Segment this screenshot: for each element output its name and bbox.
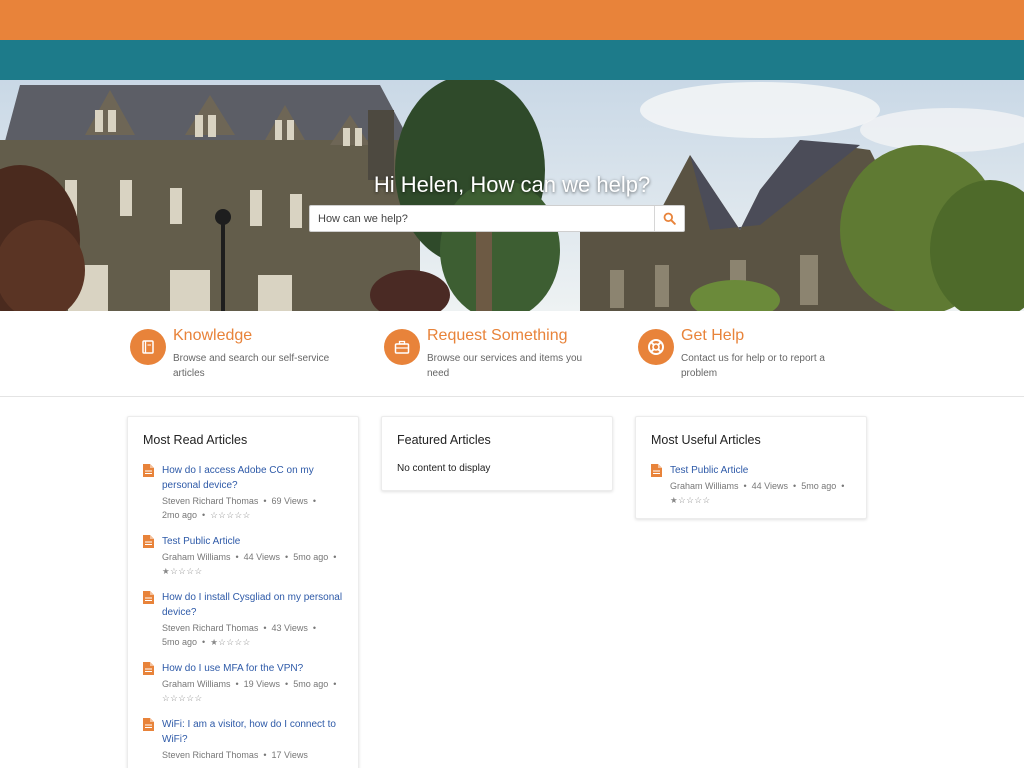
- article-link[interactable]: WiFi: I am a visitor, how do I connect t…: [162, 717, 346, 747]
- article-age: 2mo ago: [162, 510, 198, 520]
- document-icon: [651, 464, 662, 477]
- featured-articles-card: Featured Articles No content to display: [381, 416, 613, 491]
- quick-link-title: Knowledge: [173, 327, 253, 344]
- search-button[interactable]: [654, 206, 684, 231]
- top-header-bar: [0, 0, 1024, 40]
- article-age: 5mo ago: [801, 481, 837, 491]
- article-author: Steven Richard Thomas: [162, 750, 259, 760]
- rating-stars: ★☆☆☆☆: [210, 637, 251, 647]
- article-meta: Graham Williams • 44 Views • 5mo ago • ★…: [162, 552, 339, 576]
- article-age: 5mo ago: [162, 637, 198, 647]
- article-author: Graham Williams: [162, 679, 231, 689]
- quick-link-description: Browse our services and items you need: [427, 353, 583, 379]
- rating-stars: ★☆☆☆☆: [162, 566, 203, 576]
- document-icon: [143, 535, 154, 548]
- quick-link-title: Get Help: [681, 327, 745, 344]
- most-read-articles-card: Most Read Articles How do I access Adobe…: [127, 416, 359, 768]
- quick-link-title: Request Something: [427, 327, 568, 344]
- article-link[interactable]: How do I install Cysgliad on my personal…: [162, 590, 346, 620]
- card-title: Featured Articles: [397, 433, 491, 447]
- navigation-bar: [0, 40, 1024, 80]
- article-meta: Graham Williams • 19 Views • 5mo ago • ☆…: [162, 679, 339, 703]
- list-item: How do I use MFA for the VPN? Graham Wil…: [128, 661, 358, 705]
- article-age: 5mo ago: [293, 679, 329, 689]
- document-icon: [143, 464, 154, 477]
- article-link[interactable]: Test Public Article: [162, 534, 346, 549]
- list-item: Test Public Article Graham Williams • 44…: [128, 534, 358, 578]
- document-icon: [143, 718, 154, 731]
- rating-stars: ☆☆☆☆☆: [162, 693, 203, 703]
- article-meta: Steven Richard Thomas • 43 Views • 5mo a…: [162, 623, 317, 647]
- article-author: Graham Williams: [670, 481, 739, 491]
- article-views: 44 Views: [243, 552, 281, 562]
- article-views: 17 Views: [271, 750, 308, 760]
- article-link[interactable]: Test Public Article: [670, 463, 854, 478]
- card-title: Most Read Articles: [143, 433, 248, 447]
- article-link[interactable]: How do I access Adobe CC on my personal …: [162, 463, 346, 493]
- search-icon: [663, 212, 676, 225]
- article-author: Steven Richard Thomas: [162, 623, 259, 633]
- rating-stars: ★☆☆☆☆: [670, 495, 711, 505]
- article-views: 69 Views: [271, 496, 308, 506]
- article-meta: Steven Richard Thomas • 69 Views • 2mo a…: [162, 496, 317, 520]
- rating-stars: ☆☆☆☆☆: [210, 510, 251, 520]
- article-age: 5mo ago: [293, 552, 329, 562]
- hero-banner: Hi Helen, How can we help?: [0, 80, 1024, 311]
- briefcase-icon: [384, 329, 420, 365]
- list-item: How do I access Adobe CC on my personal …: [128, 463, 358, 522]
- article-link[interactable]: How do I use MFA for the VPN?: [162, 661, 346, 676]
- quick-link-description: Browse and search our self-service artic…: [173, 353, 330, 379]
- hero-greeting: Hi Helen, How can we help?: [373, 172, 651, 197]
- article-views: 44 Views: [751, 481, 789, 491]
- quick-link-description: Contact us for help or to report a probl…: [681, 353, 825, 379]
- most-useful-articles-card: Most Useful Articles Test Public Article…: [635, 416, 867, 519]
- document-icon: [143, 662, 154, 675]
- list-item: How do I install Cysgliad on my personal…: [128, 590, 358, 649]
- article-meta: Graham Williams • 44 Views • 5mo ago • ★…: [670, 481, 847, 505]
- article-views: 43 Views: [271, 623, 308, 633]
- article-author: Steven Richard Thomas: [162, 496, 259, 506]
- quick-links-section: Knowledge Browse and search our self-ser…: [0, 311, 1024, 397]
- document-icon: [143, 591, 154, 604]
- article-views: 19 Views: [243, 679, 281, 689]
- lifebuoy-icon: [638, 329, 674, 365]
- empty-state-message: No content to display: [397, 463, 491, 474]
- book-icon: [130, 329, 166, 365]
- list-item: WiFi: I am a visitor, how do I connect t…: [128, 717, 358, 762]
- list-item: Test Public Article Graham Williams • 44…: [636, 463, 866, 507]
- search-input[interactable]: [310, 206, 654, 231]
- article-meta: Steven Richard Thomas • 17 Views: [162, 750, 308, 760]
- card-title: Most Useful Articles: [651, 433, 761, 447]
- article-author: Graham Williams: [162, 552, 231, 562]
- search-bar: [309, 205, 685, 232]
